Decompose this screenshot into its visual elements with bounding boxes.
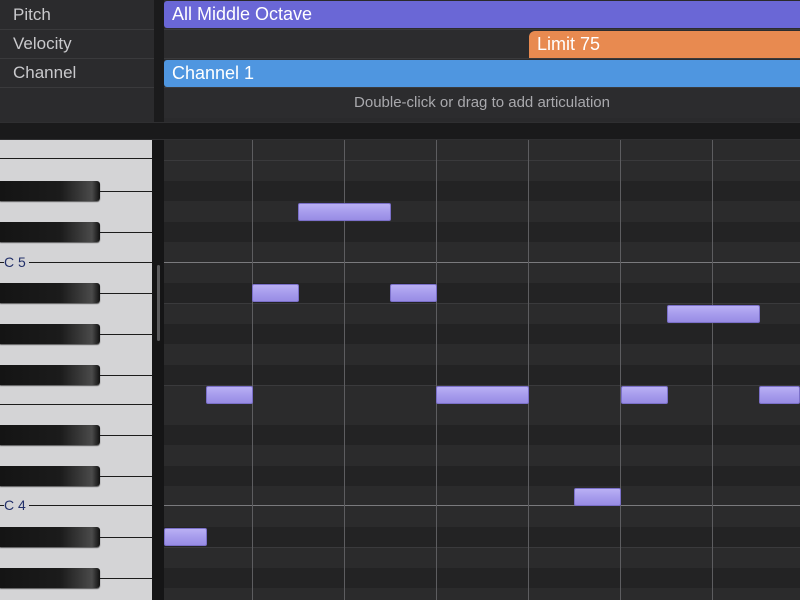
key-row	[164, 324, 800, 344]
row-divider	[164, 547, 800, 548]
midi-note[interactable]	[206, 386, 253, 404]
midi-note[interactable]	[252, 284, 299, 302]
lane-label-channel: Channel	[13, 63, 77, 82]
keyboard-scrollbar[interactable]	[152, 140, 164, 600]
midi-note[interactable]	[390, 284, 437, 302]
lane-divider	[164, 58, 800, 59]
midi-note[interactable]	[621, 386, 668, 404]
white-key-divider	[100, 232, 152, 233]
key-row	[164, 486, 800, 527]
white-key-divider	[0, 158, 152, 159]
white-key-divider	[100, 537, 152, 538]
key-row	[164, 568, 800, 588]
midi-note[interactable]	[574, 488, 621, 506]
key-row	[164, 466, 800, 486]
beat-line	[620, 140, 621, 600]
black-key[interactable]	[0, 568, 100, 588]
octave-line-c4	[164, 505, 800, 506]
key-row	[164, 425, 800, 445]
pitch-region[interactable]: All Middle Octave	[164, 1, 800, 28]
beat-line	[436, 140, 437, 600]
key-row	[164, 181, 800, 201]
midi-note[interactable]	[164, 528, 207, 546]
black-key[interactable]	[0, 365, 100, 385]
key-row	[164, 201, 800, 222]
add-articulation-hint: Double-click or drag to add articulation	[354, 94, 610, 111]
white-key-divider	[100, 293, 152, 294]
lane-label-column: Pitch Velocity Channel	[0, 0, 155, 122]
midi-note[interactable]	[759, 386, 800, 404]
key-row	[164, 160, 800, 181]
midi-note[interactable]	[298, 203, 391, 221]
key-row	[164, 344, 800, 365]
lane-label-pitch: Pitch	[13, 5, 51, 24]
channel-region[interactable]: Channel 1	[164, 60, 800, 87]
black-key[interactable]	[0, 466, 100, 486]
black-key[interactable]	[0, 222, 100, 242]
key-row	[164, 140, 800, 160]
white-key-divider	[100, 334, 152, 335]
lane-divider	[164, 87, 800, 88]
black-key[interactable]	[0, 324, 100, 344]
black-key[interactable]	[0, 527, 100, 547]
lane-column-divider	[154, 0, 164, 122]
articulation-lanes: Pitch Velocity Channel All Middle Octave…	[0, 0, 800, 122]
white-key-divider	[100, 375, 152, 376]
key-row	[164, 365, 800, 385]
keyboard-scrollbar-thumb[interactable]	[157, 265, 160, 341]
white-key-divider	[0, 404, 152, 405]
octave-label-c4: C 4	[4, 497, 29, 513]
white-key-divider	[100, 578, 152, 579]
key-row	[164, 527, 800, 547]
lane-divider	[0, 87, 154, 88]
beat-line	[528, 140, 529, 600]
beat-line	[252, 140, 253, 600]
key-row	[164, 222, 800, 242]
piano-keyboard[interactable]: C 5 C 4	[0, 140, 152, 600]
key-row	[164, 588, 800, 600]
key-row	[164, 547, 800, 568]
beat-line	[712, 140, 713, 600]
row-divider	[164, 303, 800, 304]
lane-divider	[164, 29, 800, 30]
black-key[interactable]	[0, 283, 100, 303]
midi-note[interactable]	[667, 305, 760, 323]
piano-roll-grid[interactable]	[164, 140, 800, 600]
white-key-divider	[100, 435, 152, 436]
row-divider	[164, 160, 800, 161]
key-row	[164, 445, 800, 466]
midi-note[interactable]	[436, 386, 529, 404]
black-key[interactable]	[0, 425, 100, 445]
lane-label-velocity: Velocity	[13, 34, 72, 53]
white-key-divider	[100, 476, 152, 477]
octave-label-c5: C 5	[4, 254, 29, 270]
black-key[interactable]	[0, 181, 100, 201]
pane-resize-handle[interactable]	[0, 122, 800, 140]
octave-line-c5	[164, 262, 800, 263]
velocity-region[interactable]: Limit 75	[529, 31, 800, 58]
white-key-divider	[100, 191, 152, 192]
